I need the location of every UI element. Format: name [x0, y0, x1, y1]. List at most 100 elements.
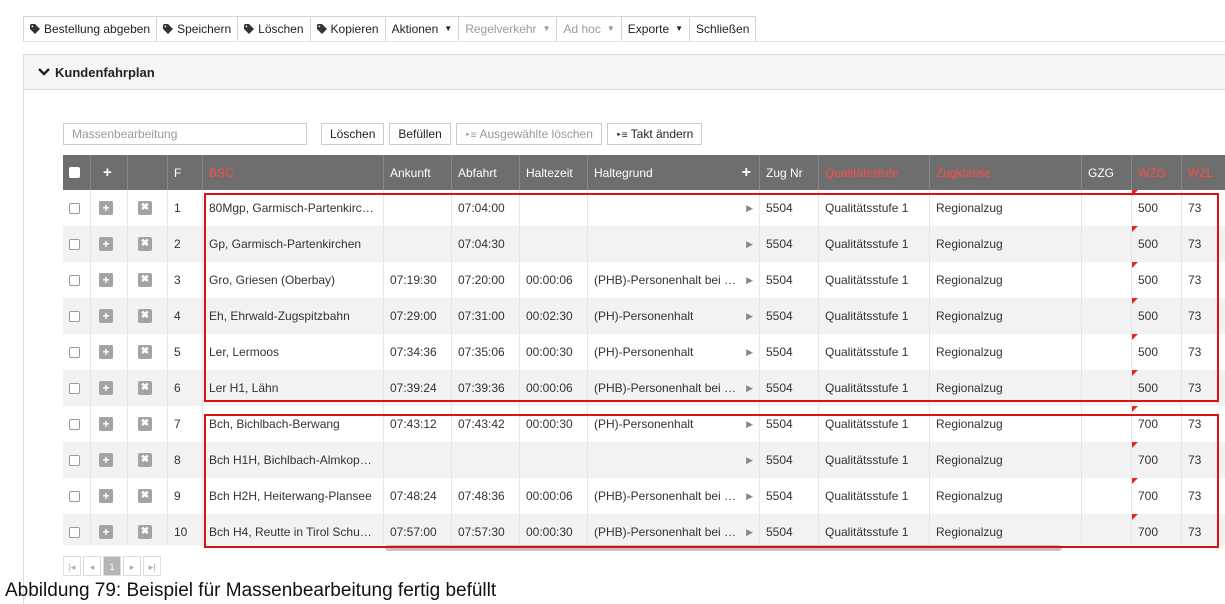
cell-class[interactable]: Regionalzug — [929, 298, 1081, 334]
header-train-class[interactable]: Zugklasse — [929, 155, 1081, 190]
play-arrow-icon[interactable]: ▶ — [746, 275, 753, 286]
cell-gzg[interactable] — [1081, 370, 1131, 406]
cell-departure[interactable]: 07:43:42 — [451, 406, 519, 442]
cell-class[interactable]: Regionalzug — [929, 262, 1081, 298]
cell-f[interactable]: 8 — [167, 442, 202, 478]
table-row[interactable]: + ✖ 6 Ler H1, Lähn 07:39:24 07:39:36 00:00:06 (… — [63, 370, 1225, 406]
exports-dropdown[interactable]: Exporte ▼ — [622, 17, 691, 41]
cell-wzg[interactable]: 700 — [1131, 478, 1181, 514]
cell-reason[interactable]: ▶ — [587, 442, 759, 478]
delete-row-button[interactable]: ✖ — [138, 453, 152, 467]
mass-edit-input[interactable] — [63, 123, 307, 145]
table-row[interactable]: + ✖ 5 Ler, Lermoos 07:34:36 07:35:06 00:00:30 (… — [63, 334, 1225, 370]
close-button[interactable]: Schließen — [690, 17, 755, 41]
cell-class[interactable]: Regionalzug — [929, 514, 1081, 545]
add-row-button[interactable]: + — [99, 201, 113, 215]
plus-icon[interactable]: + — [742, 164, 751, 182]
cell-gzg[interactable] — [1081, 478, 1131, 514]
cell-gzg[interactable] — [1081, 262, 1131, 298]
cell-stop_time[interactable]: 00:02:30 — [519, 298, 587, 334]
cell-arrival[interactable] — [383, 190, 451, 226]
cell-train[interactable]: 5504 — [759, 190, 818, 226]
cell-f[interactable]: 3 — [167, 262, 202, 298]
cell-gzg[interactable] — [1081, 406, 1131, 442]
cell-reason[interactable]: (PH)-Personenhalt ▶ — [587, 298, 759, 334]
play-arrow-icon[interactable]: ▶ — [746, 239, 753, 250]
delete-row-button[interactable]: ✖ — [138, 237, 152, 251]
cell-stop_time[interactable] — [519, 442, 587, 478]
play-arrow-icon[interactable]: ▶ — [746, 383, 753, 394]
cell-reason[interactable]: (PHB)-Personenhalt bei … ▶ — [587, 514, 759, 545]
change-interval-button[interactable]: ‣≡ Takt ändern — [606, 123, 703, 145]
add-row-button[interactable]: + — [99, 417, 113, 431]
cell-arrival[interactable]: 07:57:00 — [383, 514, 451, 545]
cell-departure[interactable]: 07:31:00 — [451, 298, 519, 334]
header-gzg[interactable]: GZG — [1081, 155, 1131, 190]
cell-bsc[interactable]: Gp, Garmisch-Partenkirchen — [202, 226, 383, 262]
cell-wzg[interactable]: 500 — [1131, 262, 1181, 298]
cell-stop_time[interactable]: 00:00:30 — [519, 334, 587, 370]
cell-reason[interactable]: (PH)-Personenhalt ▶ — [587, 334, 759, 370]
cell-class[interactable]: Regionalzug — [929, 478, 1081, 514]
add-row-button[interactable]: + — [99, 237, 113, 251]
delete-row-button[interactable]: ✖ — [138, 417, 152, 431]
actions-dropdown[interactable]: Aktionen ▼ — [386, 17, 460, 41]
cell-reason[interactable]: (PHB)-Personenhalt bei … ▶ — [587, 478, 759, 514]
cell-f[interactable]: 5 — [167, 334, 202, 370]
add-row-header[interactable]: + — [90, 155, 127, 190]
panel-header[interactable]: Kundenfahrplan — [24, 55, 1225, 90]
submit-order-button[interactable]: Bestellung abgeben — [24, 17, 158, 41]
cell-departure[interactable]: 07:04:30 — [451, 226, 519, 262]
table-row[interactable]: + ✖ 10 Bch H4, Reutte in Tirol Schu… 07:57:0… — [63, 514, 1225, 545]
cell-wzl[interactable]: 73 — [1181, 226, 1225, 262]
cell-gzg[interactable] — [1081, 442, 1131, 478]
table-row[interactable]: + ✖ 7 Bch, Bichlbach-Berwang 07:43:12 07:43:4… — [63, 406, 1225, 442]
cell-reason[interactable]: (PHB)-Personenhalt bei … ▶ — [587, 262, 759, 298]
play-arrow-icon[interactable]: ▶ — [746, 455, 753, 466]
row-checkbox[interactable] — [69, 490, 80, 502]
last-page-button[interactable]: ▸| — [143, 556, 161, 576]
row-checkbox[interactable] — [69, 418, 80, 430]
cell-departure[interactable]: 07:57:30 — [451, 514, 519, 545]
header-wzg[interactable]: WZG — [1131, 155, 1181, 190]
cell-train[interactable]: 5504 — [759, 226, 818, 262]
play-arrow-icon[interactable]: ▶ — [746, 527, 753, 538]
cell-bsc[interactable]: Bch H2H, Heiterwang-Plansee — [202, 478, 383, 514]
delete-row-button[interactable]: ✖ — [138, 273, 152, 287]
cell-departure[interactable]: 07:48:36 — [451, 478, 519, 514]
header-stop-reason[interactable]: Haltegrund + — [587, 155, 759, 190]
play-arrow-icon[interactable]: ▶ — [746, 419, 753, 430]
cell-train[interactable]: 5504 — [759, 442, 818, 478]
cell-stop_time[interactable]: 00:00:06 — [519, 262, 587, 298]
cell-class[interactable]: Regionalzug — [929, 190, 1081, 226]
header-quality-level[interactable]: Qualitätsstufe — [818, 155, 929, 190]
cell-bsc[interactable]: Bch H4, Reutte in Tirol Schu… — [202, 514, 383, 545]
cell-reason[interactable]: (PH)-Personenhalt ▶ — [587, 406, 759, 442]
cell-wzg[interactable]: 700 — [1131, 406, 1181, 442]
cell-stop_time[interactable]: 00:00:30 — [519, 514, 587, 545]
cell-quality[interactable]: Qualitätsstufe 1 — [818, 262, 929, 298]
select-all-checkbox[interactable] — [69, 167, 80, 178]
delete-selected-button[interactable]: ‣≡ Ausgewählte löschen — [455, 123, 602, 145]
delete-row-button[interactable]: ✖ — [138, 201, 152, 215]
cell-reason[interactable]: ▶ — [587, 190, 759, 226]
cell-wzg[interactable]: 500 — [1131, 226, 1181, 262]
cell-arrival[interactable]: 07:39:24 — [383, 370, 451, 406]
cell-wzl[interactable]: 73 — [1181, 334, 1225, 370]
cell-wzl[interactable]: 73 — [1181, 442, 1225, 478]
cell-train[interactable]: 5504 — [759, 298, 818, 334]
table-row[interactable]: + ✖ 3 Gro, Griesen (Oberbay) 07:19:30 07:20:0… — [63, 262, 1225, 298]
cell-bsc[interactable]: Bch, Bichlbach-Berwang — [202, 406, 383, 442]
cell-stop_time[interactable]: 00:00:06 — [519, 478, 587, 514]
cell-gzg[interactable] — [1081, 514, 1131, 545]
cell-quality[interactable]: Qualitätsstufe 1 — [818, 226, 929, 262]
cell-departure[interactable]: 07:20:00 — [451, 262, 519, 298]
add-row-button[interactable]: + — [99, 345, 113, 359]
cell-class[interactable]: Regionalzug — [929, 370, 1081, 406]
cell-train[interactable]: 5504 — [759, 334, 818, 370]
cell-departure[interactable]: 07:39:36 — [451, 370, 519, 406]
header-wzl[interactable]: WZL — [1181, 155, 1225, 190]
cell-class[interactable]: Regionalzug — [929, 442, 1081, 478]
regular-traffic-dropdown[interactable]: Regelverkehr ▼ — [459, 17, 558, 41]
cell-class[interactable]: Regionalzug — [929, 334, 1081, 370]
